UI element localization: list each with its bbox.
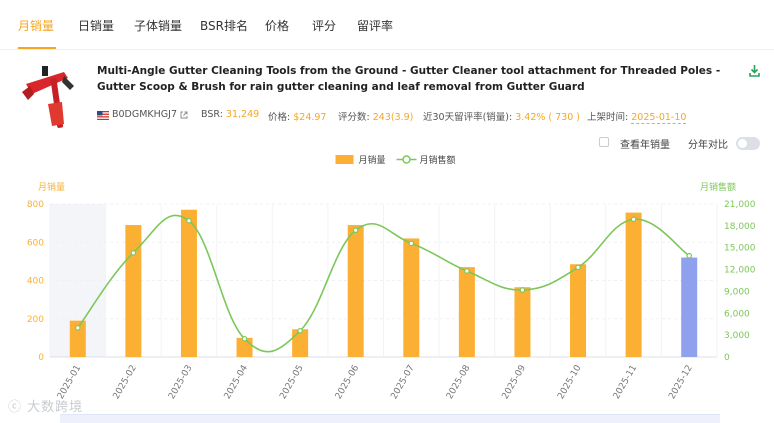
- asin-link[interactable]: B0DGMKHGJ7: [112, 109, 177, 123]
- y-tick-left: 400: [27, 277, 44, 287]
- y-tick-right: 0: [724, 353, 730, 363]
- bar-2025-06: [347, 225, 364, 357]
- watermark-text: 大数跨境: [27, 400, 84, 415]
- y-tick-right: 12,000: [724, 266, 756, 276]
- line-point-2025-02: [130, 250, 137, 256]
- x-tick-label: 2025-03: [167, 364, 194, 402]
- launch-date-value: 2025-01-10: [631, 112, 687, 124]
- legend-swatch-line-marker: [402, 155, 411, 164]
- launch-date-label: 上架时间:: [587, 112, 632, 123]
- line-point-2025-10: [575, 264, 581, 271]
- price-value: $24.97: [293, 112, 327, 123]
- sales-chart: 月销量 月销售额月销量 月销售额020040060080003,0006,0009,…: [27, 154, 756, 402]
- x-tick-label: 2025-07: [389, 364, 416, 402]
- x-tick-label: 2025-02: [112, 364, 139, 402]
- y-tick-right: 21,000: [724, 200, 756, 210]
- rating-value: 243(3.9): [372, 112, 414, 123]
- watermark-icon: ⓒ: [8, 400, 28, 415]
- tab-variant-sales[interactable]: 子体销量: [134, 17, 182, 34]
- active-tab-indicator: [18, 47, 56, 49]
- y-tick-right: 15,000: [724, 244, 756, 254]
- bar-2025-11: [625, 212, 642, 357]
- line-point-2025-01: [74, 325, 81, 331]
- review-rate-stat: 近30天留评率(销量): 3.42% ( 730 ): [423, 109, 580, 123]
- tab-daily-sales[interactable]: 日销量: [78, 17, 114, 34]
- y-tick-left: 800: [27, 200, 44, 210]
- yoy-label: 分年对比: [688, 140, 728, 151]
- x-tick-label: 2025-10: [556, 363, 584, 401]
- x-tick-label: 2025-12: [667, 364, 694, 402]
- x-tick-label: 2025-11: [612, 364, 639, 402]
- bar-2025-03: [180, 209, 197, 357]
- bar-2025-02: [125, 225, 142, 357]
- bsr-label: BSR:: [201, 109, 226, 120]
- x-tick-label: 2025-04: [223, 363, 251, 401]
- y-tick-right: 3,000: [724, 331, 750, 341]
- bsr-value: 31,249: [225, 109, 260, 120]
- rating-label: 评分数:: [338, 112, 373, 123]
- line-point-2025-08: [464, 268, 470, 274]
- tab-price[interactable]: 价格: [265, 17, 289, 34]
- legend-label-bars: 月销量: [359, 154, 386, 166]
- y-tick-left: 0: [38, 353, 44, 363]
- product-info: Multi-Angle Gutter Cleaning Tools from t…: [0, 50, 774, 130]
- year-view-checkbox[interactable]: [599, 137, 609, 147]
- product-title[interactable]: Multi-Angle Gutter Cleaning Tools from t…: [97, 63, 742, 95]
- tab-rating[interactable]: 评分: [312, 17, 336, 34]
- bar-2025-08: [458, 267, 475, 357]
- line-point-2025-11: [630, 216, 637, 223]
- line-point-2025-04: [241, 335, 248, 342]
- y-tick-right: 6,000: [724, 309, 750, 319]
- year-view-label: 查看年销量: [620, 140, 670, 151]
- review-rate-label: 近30天留评率(销量):: [423, 112, 516, 123]
- metric-tabs: 月销量 日销量 子体销量 BSR排名 价格 评分 留评率: [0, 0, 774, 50]
- tab-review-rate[interactable]: 留评率: [357, 17, 393, 34]
- y-tick-left: 200: [27, 315, 44, 325]
- bar-2025-07: [403, 238, 420, 357]
- tab-bsr-rank[interactable]: BSR排名: [200, 17, 248, 34]
- line-point-2025-12: [686, 252, 693, 259]
- bsr-stat: BSR: 31,249: [201, 109, 259, 123]
- y-tick-right: 9,000: [724, 287, 750, 297]
- price-label: 价格:: [268, 112, 294, 123]
- download-icon[interactable]: [749, 65, 760, 77]
- chart-zoom-slider[interactable]: [60, 414, 720, 423]
- x-tick-label: 2025-06: [334, 363, 362, 401]
- external-link-icon[interactable]: [180, 111, 188, 119]
- x-tick-label: 2025-08: [445, 363, 473, 401]
- review-rate-value: 3.42% ( 730 ): [515, 112, 581, 123]
- line-point-2025-09: [519, 287, 526, 293]
- watermark-logo: ⓒ 大数跨境: [8, 396, 83, 415]
- line-point-2025-05: [297, 327, 303, 334]
- bar-2025-09: [514, 287, 531, 357]
- x-tick-label: 2025-05: [278, 364, 305, 402]
- launch-date-stat: 上架时间: 2025-01-10: [587, 109, 687, 124]
- line-point-2025-06: [352, 227, 359, 234]
- price-stat: 价格: $24.97: [268, 109, 326, 123]
- line-point-2025-07: [408, 240, 415, 247]
- bar-2025-10: [570, 264, 587, 357]
- x-tick-label: 2025-09: [501, 363, 529, 401]
- line-point-2025-03: [186, 217, 192, 224]
- tab-monthly-sales[interactable]: 月销量: [18, 17, 54, 34]
- rating-stat: 评分数: 243(3.9): [338, 109, 413, 123]
- y-tick-right: 18,000: [724, 222, 756, 232]
- legend-label-line: 月销售额: [420, 154, 456, 166]
- toggle-knob: [738, 139, 747, 148]
- bar-2025-12: [681, 257, 698, 357]
- y-tick-left: 600: [27, 238, 44, 248]
- y-axis-right-title: 月销售额: [700, 181, 736, 193]
- product-thumbnail[interactable]: [18, 64, 78, 130]
- y-axis-left-title: 月销量: [38, 181, 65, 193]
- yoy-toggle[interactable]: [736, 137, 760, 150]
- us-flag-icon: [97, 111, 109, 120]
- legend-swatch-bars: [335, 155, 354, 164]
